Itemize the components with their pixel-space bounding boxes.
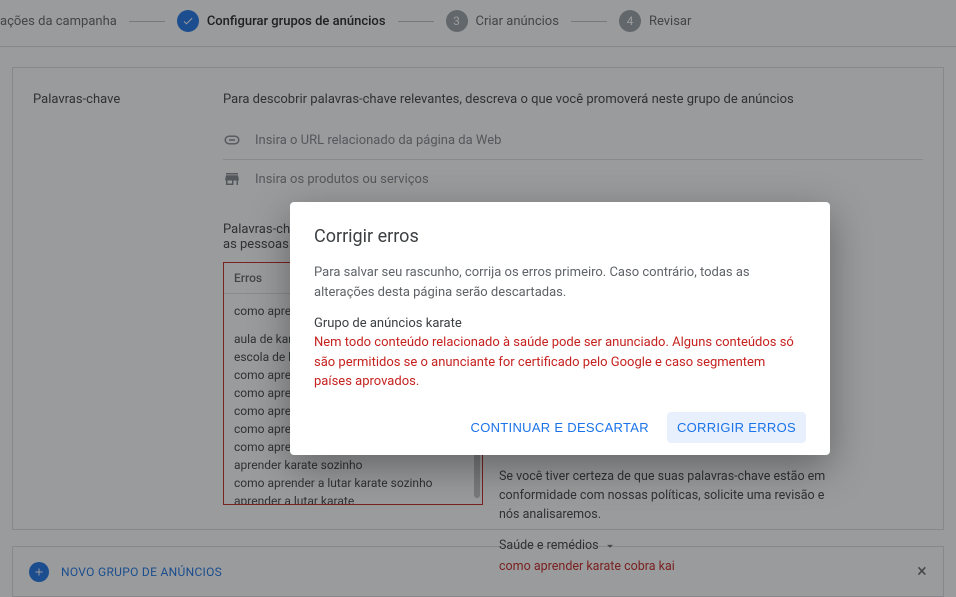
dialog-actions: CONTINUAR E DESCARTAR CORRIGIR ERROS xyxy=(314,412,806,443)
fix-errors-dialog: Corrigir erros Para salvar seu rascunho,… xyxy=(290,202,830,455)
dialog-title: Corrigir erros xyxy=(314,226,806,247)
fix-errors-button[interactable]: CORRIGIR ERROS xyxy=(667,412,806,443)
dialog-body: Para salvar seu rascunho, corrija os err… xyxy=(314,263,806,302)
dialog-error-message: Nem todo conteúdo relacionado à saúde po… xyxy=(314,333,806,392)
continue-discard-button[interactable]: CONTINUAR E DESCARTAR xyxy=(461,412,659,443)
dialog-group-name: Grupo de anúncios karate xyxy=(314,316,806,331)
